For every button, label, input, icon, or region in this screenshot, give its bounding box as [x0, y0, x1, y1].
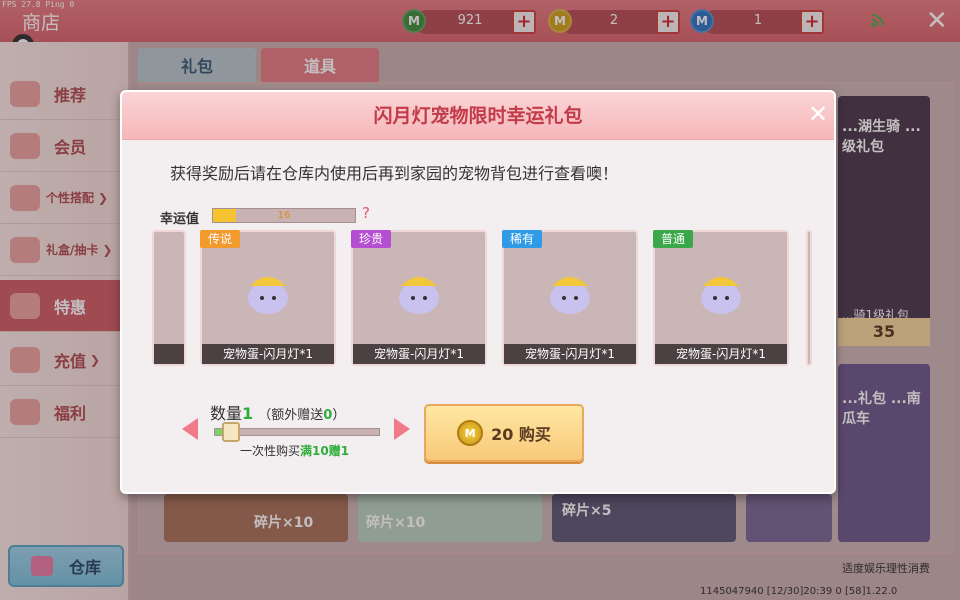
bulk-highlight: 满10赠1: [300, 444, 350, 458]
reward-name: 宠物蛋-闪月灯*1: [202, 344, 334, 364]
bulk-prefix: 一次性购买: [240, 444, 301, 458]
quantity-value: 1: [242, 404, 254, 423]
reward-slot-partial: [152, 230, 186, 366]
reward-slot-legendary: 传说 宠物蛋-闪月灯*1: [200, 230, 336, 366]
luck-value: 16: [277, 210, 291, 221]
pet-egg-icon: [550, 277, 590, 314]
bulk-offer-note: 一次性购买满10赠1: [240, 442, 349, 459]
pet-egg-icon: [399, 277, 439, 314]
buy-button[interactable]: M 20 购买: [424, 404, 584, 462]
luck-progress-bar: 16: [212, 208, 356, 223]
gold-coin-icon: M: [457, 420, 484, 446]
reward-slot-partial: [806, 230, 812, 366]
pet-egg-icon: [701, 277, 741, 314]
close-dialog-button[interactable]: ✕: [806, 102, 830, 126]
gift-pack-dialog: 闪月灯宠物限时幸运礼包 ✕ 获得奖励后请在仓库内使用后再到家园的宠物背包进行查看…: [120, 90, 836, 494]
decrease-quantity-arrow[interactable]: [182, 418, 198, 440]
dialog-description: 获得奖励后请在仓库内使用后再到家园的宠物背包进行查看噢！: [170, 164, 619, 183]
bonus-value: 0: [323, 408, 333, 423]
rarity-tag: 珍贵: [351, 230, 392, 248]
reward-name: 宠物蛋-闪月灯*1: [504, 344, 636, 364]
quantity-prefix: 数量: [210, 404, 243, 423]
luck-help-icon[interactable]: ?: [362, 204, 370, 222]
reward-name: 宠物蛋-闪月灯*1: [353, 344, 485, 364]
rarity-tag: 传说: [200, 230, 241, 248]
rarity-tag: 稀有: [502, 230, 543, 248]
bonus-prefix: （额外赠送: [258, 408, 324, 423]
reward-name: 宠物蛋-闪月灯*1: [655, 344, 787, 364]
reward-slot-name-bar: [154, 344, 184, 364]
bonus-suffix: ）: [332, 408, 346, 423]
rarity-tag: 普通: [653, 230, 694, 248]
reward-slot-rare: 稀有 宠物蛋-闪月灯*1: [502, 230, 638, 366]
buy-label: 20 购买: [491, 425, 551, 444]
increase-quantity-arrow[interactable]: [394, 418, 410, 440]
dialog-title: 闪月灯宠物限时幸运礼包: [373, 105, 583, 127]
luck-label: 幸运值: [160, 212, 200, 227]
pet-egg-icon: [248, 277, 288, 314]
reward-slot-precious: 珍贵 宠物蛋-闪月灯*1: [351, 230, 487, 366]
reward-slot-common: 普通 宠物蛋-闪月灯*1: [653, 230, 789, 366]
quantity-label: 数量1 （额外赠送0）: [210, 400, 345, 424]
quantity-slider-thumb[interactable]: [222, 422, 240, 442]
